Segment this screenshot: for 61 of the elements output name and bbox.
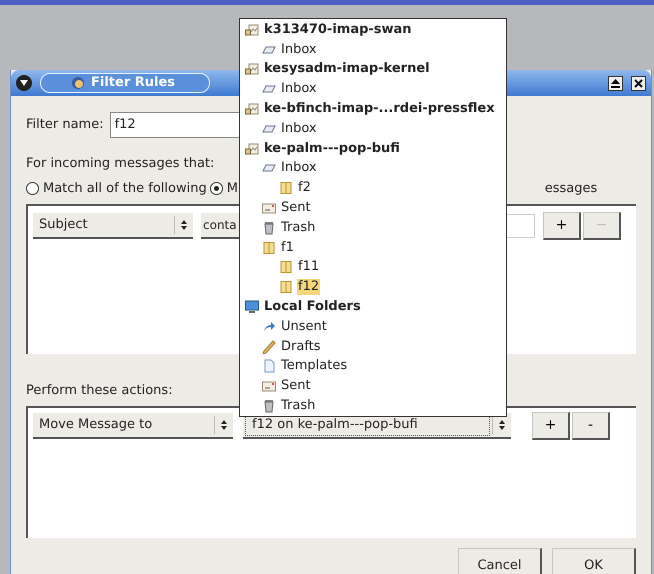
folder-menu-item[interactable]: Unsent xyxy=(280,318,328,335)
folder-menu-item[interactable]: ke-bfinch-imap-...rdei-pressflex xyxy=(263,101,496,118)
bird-logo-icon xyxy=(71,76,85,90)
folder-menu-item[interactable]: ke-palm---pop-bufi xyxy=(263,140,401,157)
eject-icon xyxy=(611,78,620,88)
folder-menu-item[interactable]: Inbox xyxy=(280,42,318,58)
folder-menu-item[interactable]: f11 xyxy=(297,259,320,276)
spinner-arrows-icon xyxy=(180,218,188,230)
window-menu-button[interactable] xyxy=(16,75,32,91)
folder-menu-item[interactable]: Local Folders xyxy=(263,299,362,316)
window-title: Filter Rules xyxy=(91,74,176,92)
radio-button[interactable] xyxy=(26,182,39,195)
shade-button[interactable] xyxy=(608,76,623,90)
caret-icon xyxy=(20,80,28,86)
folder-menu-item[interactable]: Trash xyxy=(280,220,316,236)
folder-menu-item[interactable]: Trash xyxy=(280,398,316,414)
folder-icon xyxy=(279,280,293,294)
document-icon xyxy=(262,359,276,374)
pencil-icon xyxy=(262,340,276,354)
folder-menu-item[interactable]: Drafts xyxy=(280,338,322,355)
server-lock-icon xyxy=(245,22,259,37)
dialog-button[interactable]: OK xyxy=(552,548,636,574)
trash-icon xyxy=(262,220,276,235)
monitor-icon xyxy=(245,300,259,314)
close-button[interactable] xyxy=(631,76,646,90)
folder-menu-item[interactable]: f1 xyxy=(280,240,295,256)
action-dropdown[interactable]: Move Message to xyxy=(33,413,233,439)
radio-button[interactable] xyxy=(210,182,223,195)
spinner-arrows-icon xyxy=(220,419,228,431)
folder-menu-item[interactable]: k313470-imap-swan xyxy=(263,22,413,38)
envelope-icon xyxy=(262,201,276,216)
dialog-button[interactable]: Cancel xyxy=(458,548,542,574)
folder-menu-item[interactable]: Inbox xyxy=(280,120,318,137)
actions-label: Perform these actions: xyxy=(26,382,173,400)
incoming-label: For incoming messages that: xyxy=(26,155,214,173)
row-button[interactable]: + xyxy=(532,412,570,440)
folder-menu-item[interactable]: Sent xyxy=(280,378,312,394)
folder-menu-item[interactable]: Inbox xyxy=(280,160,318,176)
folder-menu-item[interactable]: kesysadm-imap-kernel xyxy=(263,61,431,78)
folder-menu-item[interactable]: Inbox xyxy=(280,81,318,98)
folder-icon xyxy=(279,260,293,274)
field-dropdown[interactable]: Subject xyxy=(33,212,193,238)
folder-menu-item[interactable]: Templates xyxy=(280,358,348,374)
radio-label: Match all of the following xyxy=(43,180,207,198)
match-option-text: essages xyxy=(544,180,598,198)
row-button[interactable]: + xyxy=(543,212,581,240)
server-lock-icon xyxy=(245,102,259,116)
folder-menu-item[interactable]: f12 xyxy=(297,279,320,296)
folder-icon xyxy=(262,240,276,255)
folder-icon xyxy=(279,181,293,196)
trash-icon xyxy=(262,399,276,414)
row-button[interactable]: - xyxy=(572,412,610,440)
folder-menu-item[interactable]: Sent xyxy=(280,200,312,216)
filter-name-label: Filter name: xyxy=(26,116,104,134)
server-lock-icon xyxy=(245,62,259,76)
radio-label: M xyxy=(226,180,238,198)
server-lock-icon xyxy=(245,142,259,156)
spinner-arrows-icon xyxy=(498,419,506,431)
folder-menu-item[interactable]: f2 xyxy=(297,180,312,196)
envelope-icon xyxy=(262,379,276,394)
close-icon xyxy=(634,78,643,88)
